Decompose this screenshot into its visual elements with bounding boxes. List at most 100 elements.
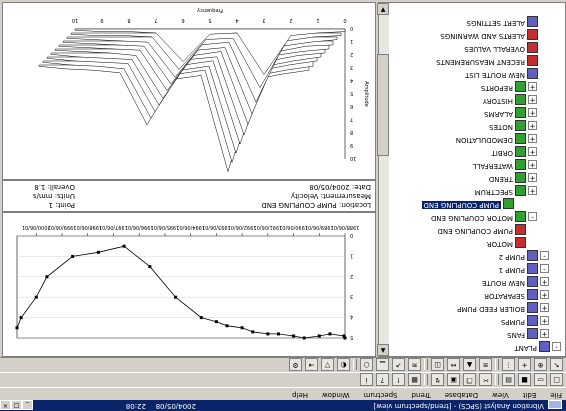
tree-item[interactable]: + ALARMS bbox=[389, 107, 565, 120]
menu-file[interactable]: File bbox=[550, 389, 562, 399]
tree-item[interactable]: + BOILER FEED PUMP bbox=[389, 302, 565, 315]
chart-icon[interactable]: ▦ bbox=[408, 373, 421, 387]
collapse-icon[interactable]: - bbox=[540, 251, 549, 260]
copy-icon[interactable]: ❐ bbox=[463, 373, 476, 387]
zoom-icon[interactable]: ⊕ bbox=[534, 358, 547, 372]
save-icon[interactable]: ■ bbox=[518, 373, 531, 387]
tree-item[interactable]: + ORBIT bbox=[389, 146, 565, 159]
trend-plot[interactable]: 0 1 2 3 4 5 1988/06/01 1989/06/01 1990/06/01 1991… bbox=[2, 212, 376, 357]
tree-node-icon bbox=[527, 42, 538, 53]
tree-item[interactable]: + DEMODULATION bbox=[389, 133, 565, 146]
expand-icon[interactable]: + bbox=[540, 303, 549, 312]
tree-item[interactable]: + SPECTRUM bbox=[389, 185, 565, 198]
tree-node-icon bbox=[527, 276, 538, 287]
expand-icon[interactable]: + bbox=[528, 121, 537, 130]
x-tick-label: 4 bbox=[235, 17, 238, 23]
expand-icon[interactable]: + bbox=[528, 95, 537, 104]
toolbar-separator bbox=[495, 359, 499, 371]
x-tick-label: 1994/06/01 bbox=[176, 224, 205, 230]
x-tick-label: 2 bbox=[289, 17, 292, 23]
tree-item[interactable]: - MOTOR COUPLING END bbox=[389, 211, 565, 224]
export-icon[interactable]: ⇥ bbox=[305, 358, 318, 372]
waterfall-plot[interactable]: 0 1 2 3 4 5 6 7 8 9 10 0 1 2 3 4 5 6 7 8 9 10 Frequency Amplitu… bbox=[2, 2, 376, 180]
menu-help[interactable]: Help bbox=[292, 389, 308, 399]
tree-item[interactable]: - PUMP 2 bbox=[389, 250, 565, 263]
trend-icon[interactable]: ↗ bbox=[392, 358, 405, 372]
maximize-icon[interactable]: □ bbox=[11, 400, 22, 410]
sideband-icon[interactable]: ≡ bbox=[479, 358, 492, 372]
close-icon[interactable]: × bbox=[0, 400, 11, 410]
tree-item[interactable]: MOTOR bbox=[389, 237, 565, 250]
tree-item[interactable]: OVERALL VALUES bbox=[389, 42, 565, 55]
peak-icon[interactable]: ▲ bbox=[463, 358, 476, 372]
menu-database[interactable]: Database bbox=[445, 389, 478, 399]
waterfall-icon[interactable]: ≋ bbox=[408, 358, 421, 372]
trend-point bbox=[240, 326, 244, 330]
menu-trend[interactable]: Trend bbox=[412, 389, 431, 399]
measure-icon[interactable]: ↔ bbox=[447, 358, 460, 372]
y-tick-label: 8 bbox=[350, 129, 353, 135]
tree-item[interactable]: NEW ROUTE LIST bbox=[389, 68, 565, 81]
expand-icon[interactable]: + bbox=[528, 134, 537, 143]
expand-icon[interactable]: + bbox=[528, 108, 537, 117]
expand-icon[interactable]: + bbox=[528, 147, 537, 156]
warning-icon[interactable]: ! bbox=[392, 373, 405, 387]
collapse-icon[interactable]: - bbox=[528, 212, 537, 221]
help-icon[interactable]: ? bbox=[376, 373, 389, 387]
tree-item[interactable]: - PLANT bbox=[389, 341, 565, 354]
overlay-icon[interactable]: ◫ bbox=[431, 358, 444, 372]
settings-icon[interactable]: ⚙ bbox=[289, 358, 302, 372]
minimize-icon[interactable]: _ bbox=[22, 400, 33, 410]
menu-view[interactable]: View bbox=[492, 389, 509, 399]
paste-icon[interactable]: ▣ bbox=[447, 373, 460, 387]
tree-node-icon bbox=[515, 107, 526, 118]
tree-item[interactable]: PUMP COUPLING END bbox=[389, 224, 565, 237]
tree-item[interactable]: + TREND bbox=[389, 172, 565, 185]
tree-item[interactable]: ALERTS AND WARNINGS bbox=[389, 29, 565, 42]
tree-item[interactable]: + REPORTS bbox=[389, 81, 565, 94]
tree-item[interactable]: + NOTES bbox=[389, 120, 565, 133]
expand-icon[interactable]: + bbox=[528, 186, 537, 195]
expand-icon[interactable]: + bbox=[528, 173, 537, 182]
menu-edit[interactable]: Edit bbox=[523, 389, 537, 399]
open-icon[interactable]: ▭ bbox=[534, 373, 547, 387]
cut-icon[interactable]: ✂ bbox=[479, 373, 492, 387]
tree-item[interactable]: + HISTORY bbox=[389, 94, 565, 107]
tree-item[interactable]: RECENT MEASUREMENTS bbox=[389, 55, 565, 68]
expand-icon[interactable]: + bbox=[540, 316, 549, 325]
scroll-down-icon[interactable]: ▼ bbox=[377, 3, 389, 15]
tree-item[interactable]: + FANS bbox=[389, 328, 565, 341]
print-icon[interactable]: ▤ bbox=[502, 373, 515, 387]
new-icon[interactable]: □ bbox=[550, 373, 563, 387]
orbit-icon[interactable]: ○ bbox=[360, 358, 373, 372]
info-point: Point: 1 bbox=[48, 201, 75, 209]
expand-icon[interactable]: + bbox=[540, 277, 549, 286]
expand-icon[interactable]: + bbox=[540, 290, 549, 299]
tree-item-label: PUMP 2 bbox=[498, 253, 525, 261]
route-icon[interactable]: ↯ bbox=[431, 373, 444, 387]
menu-spectrum[interactable]: Spectrum bbox=[364, 389, 398, 399]
filter-icon[interactable]: ▽ bbox=[321, 358, 334, 372]
menu-window[interactable]: Window bbox=[322, 389, 350, 399]
color-icon[interactable]: ◐ bbox=[337, 358, 350, 372]
scroll-thumb[interactable] bbox=[377, 54, 389, 156]
tree-item[interactable]: ALERT SETTINGS bbox=[389, 16, 565, 29]
expand-icon[interactable]: + bbox=[528, 82, 537, 91]
collapse-icon[interactable]: - bbox=[540, 264, 549, 273]
tree-item[interactable]: PUMP COUPLING END bbox=[389, 198, 565, 211]
select-icon[interactable]: ↖ bbox=[550, 358, 563, 372]
cursor-icon[interactable]: + bbox=[518, 358, 531, 372]
collapse-icon[interactable]: - bbox=[552, 342, 561, 351]
harmonic-icon[interactable]: ⋮ bbox=[502, 358, 515, 372]
tree-scrollbar[interactable]: ▲ ▼ bbox=[377, 3, 389, 356]
info-icon[interactable]: i bbox=[360, 373, 373, 387]
expand-icon[interactable]: + bbox=[540, 329, 549, 338]
tree-item[interactable]: + WATERFALL bbox=[389, 159, 565, 172]
spectrum-icon[interactable]: ▁ bbox=[376, 358, 389, 372]
tree-item[interactable]: + NEW ROUTE bbox=[389, 276, 565, 289]
tree-item[interactable]: + PUMPS bbox=[389, 315, 565, 328]
scroll-up-icon[interactable]: ▲ bbox=[377, 344, 389, 356]
expand-icon[interactable]: + bbox=[528, 160, 537, 169]
tree-item[interactable]: - PUMP 1 bbox=[389, 263, 565, 276]
tree-item[interactable]: + SEPARATOR bbox=[389, 289, 565, 302]
